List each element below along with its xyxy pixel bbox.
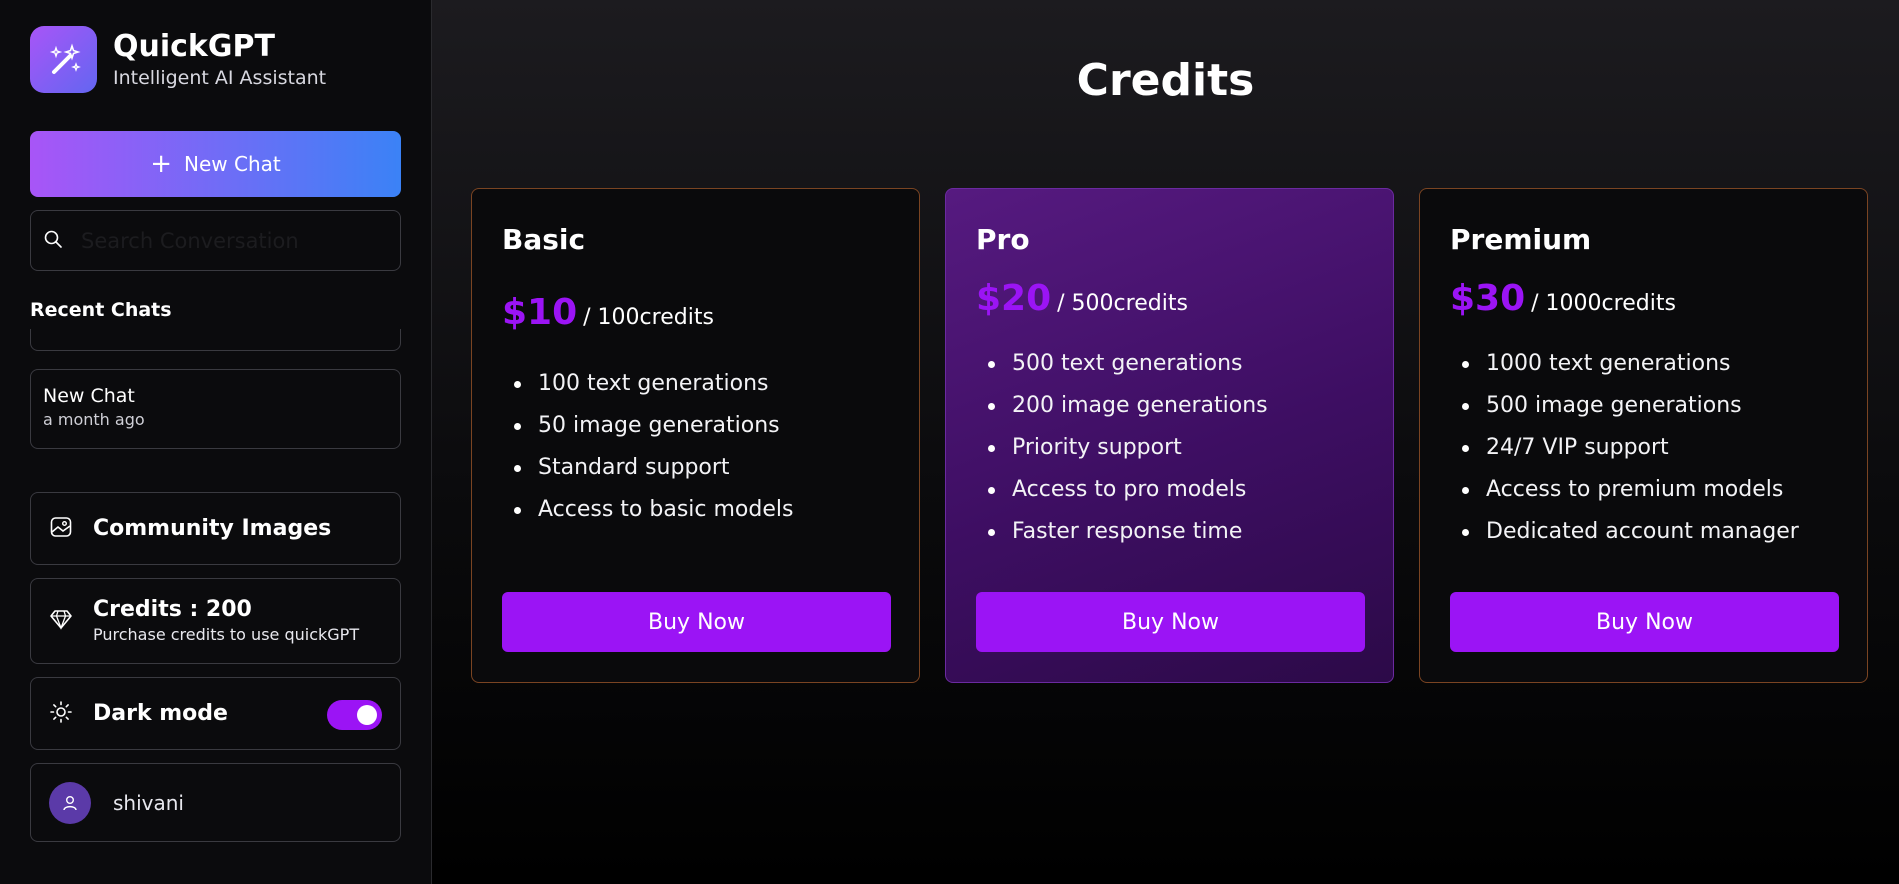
dark-mode-label: Dark mode	[93, 701, 228, 726]
community-images-label: Community Images	[93, 516, 332, 541]
plan-card-premium: Premium $30 / 1000credits 1000 text gene…	[1419, 188, 1868, 683]
plan-price-unit: / 500credits	[1057, 291, 1188, 316]
feature-item: 200 image generations	[976, 385, 1363, 427]
price-row: $30 / 1000credits	[1450, 278, 1837, 319]
plan-price-unit: / 100credits	[583, 305, 714, 330]
page-title: Credits	[1076, 55, 1255, 106]
chat-title: New Chat	[43, 385, 135, 407]
buy-now-button[interactable]: Buy Now	[976, 592, 1365, 652]
brand: QuickGPT Intelligent AI Assistant	[30, 26, 401, 93]
plan-price: $20	[976, 278, 1052, 319]
feature-item: Access to pro models	[976, 469, 1363, 511]
community-images-button[interactable]: Community Images	[30, 492, 401, 565]
avatar	[49, 781, 91, 824]
list-item[interactable]	[30, 329, 401, 351]
feature-item: Access to premium models	[1450, 469, 1837, 511]
feature-item: 500 image generations	[1450, 385, 1837, 427]
list-item[interactable]: New Chat a month ago	[30, 369, 401, 449]
search-icon	[43, 229, 63, 253]
plan-card-pro: Pro $20 / 500credits 500 text generation…	[945, 188, 1394, 683]
plan-price: $10	[502, 292, 578, 333]
plan-name: Basic	[502, 223, 586, 256]
plan-price: $30	[1450, 278, 1526, 319]
feature-item: Standard support	[502, 447, 889, 489]
search-box	[30, 210, 401, 271]
new-chat-label: New Chat	[184, 152, 281, 176]
user-icon	[63, 795, 77, 810]
app-tagline: Intelligent AI Assistant	[113, 66, 327, 89]
feature-item: Dedicated account manager	[1450, 511, 1837, 553]
feature-item: 24/7 VIP support	[1450, 427, 1837, 469]
sun-icon	[49, 700, 73, 728]
feature-item: Faster response time	[976, 511, 1363, 553]
feature-list: 1000 text generations 500 image generati…	[1450, 343, 1837, 553]
buy-now-button[interactable]: Buy Now	[502, 592, 891, 652]
feature-list: 100 text generations 50 image generation…	[502, 363, 889, 531]
price-row: $20 / 500credits	[976, 278, 1363, 319]
recent-chats-list[interactable]: New Chat a month ago	[30, 329, 401, 466]
buy-now-button[interactable]: Buy Now	[1450, 592, 1839, 652]
feature-item: 1000 text generations	[1450, 343, 1837, 385]
plus-icon: +	[150, 149, 173, 179]
feature-item: 100 text generations	[502, 363, 889, 405]
feature-item: 500 text generations	[976, 343, 1363, 385]
credits-page: Credits Basic $10 / 100credits 100 text …	[432, 0, 1899, 884]
plan-price-unit: / 1000credits	[1531, 291, 1676, 316]
toggle-knob	[357, 705, 377, 725]
feature-item: Access to basic models	[502, 489, 889, 531]
sidebar: QuickGPT Intelligent AI Assistant + New …	[0, 0, 432, 884]
chat-timestamp: a month ago	[43, 410, 145, 429]
new-chat-button[interactable]: + New Chat	[30, 131, 401, 197]
credits-count: Credits : 200	[93, 597, 252, 622]
search-input[interactable]	[81, 228, 381, 253]
app-name: QuickGPT	[113, 28, 275, 64]
user-profile[interactable]: shivani	[30, 763, 401, 842]
feature-item: 50 image generations	[502, 405, 889, 447]
dark-mode-row: Dark mode	[30, 677, 401, 750]
plan-name: Pro	[976, 223, 1030, 256]
plans-grid: Basic $10 / 100credits 100 text generati…	[471, 188, 1868, 683]
credits-button[interactable]: Credits : 200 Purchase credits to use qu…	[30, 578, 401, 664]
magic-wand-icon	[30, 26, 97, 93]
diamond-icon	[49, 607, 73, 635]
feature-item: Priority support	[976, 427, 1363, 469]
plan-card-basic: Basic $10 / 100credits 100 text generati…	[471, 188, 920, 683]
dark-mode-toggle[interactable]	[327, 700, 382, 730]
recent-chats-heading: Recent Chats	[30, 299, 172, 321]
plan-name: Premium	[1450, 223, 1592, 256]
price-row: $10 / 100credits	[502, 292, 889, 333]
user-name: shivani	[113, 790, 184, 815]
gallery-icon	[49, 515, 73, 543]
feature-list: 500 text generations 200 image generatio…	[976, 343, 1363, 553]
credits-description: Purchase credits to use quickGPT	[93, 625, 360, 644]
